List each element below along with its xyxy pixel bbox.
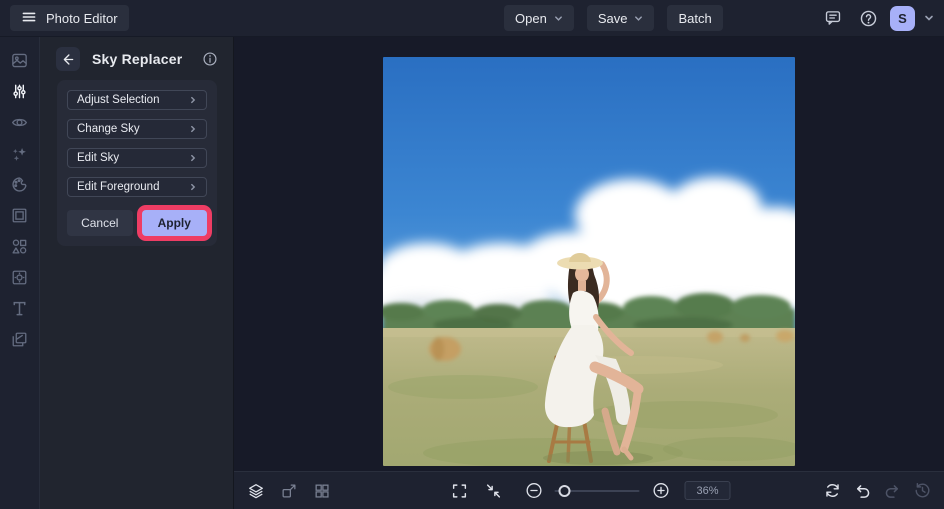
artsy-palette-icon[interactable] xyxy=(6,170,34,198)
cancel-button[interactable]: Cancel xyxy=(67,210,133,236)
file-actions: Open Save Batch xyxy=(504,5,723,31)
chevron-right-icon xyxy=(189,96,197,104)
fullscreen-icon[interactable] xyxy=(448,479,472,503)
account-avatar[interactable]: S xyxy=(890,5,915,31)
panel-title: Sky Replacer xyxy=(92,51,183,67)
canvas-area xyxy=(234,37,944,471)
change-sky-item[interactable]: Change Sky xyxy=(67,119,207,139)
edit-foreground-item[interactable]: Edit Foreground xyxy=(67,177,207,197)
layers-icon[interactable] xyxy=(244,479,268,503)
app-title: Photo Editor xyxy=(46,10,118,26)
resize-canvas-icon[interactable] xyxy=(277,479,301,503)
zoom-in-icon[interactable] xyxy=(649,479,673,503)
touchup-eye-icon[interactable] xyxy=(6,108,34,136)
info-icon[interactable] xyxy=(201,50,219,68)
zoom-slider[interactable] xyxy=(554,484,640,497)
photo-preview xyxy=(383,57,795,466)
zoom-out-icon[interactable] xyxy=(522,479,546,503)
help-icon[interactable] xyxy=(855,5,881,31)
redo-icon[interactable] xyxy=(880,479,904,503)
hamburger-icon xyxy=(21,9,37,28)
text-icon[interactable] xyxy=(6,294,34,322)
history-icon[interactable] xyxy=(910,479,934,503)
open-button[interactable]: Open xyxy=(504,5,574,31)
back-button[interactable] xyxy=(56,47,80,71)
overlays-icon[interactable] xyxy=(6,263,34,291)
tool-rail xyxy=(0,37,40,509)
frames-icon[interactable] xyxy=(6,201,34,229)
bottom-toolbar: 36% xyxy=(234,471,944,509)
sky-replacer-card: Adjust Selection Change Sky Edit Sky Edi… xyxy=(57,80,217,246)
save-button[interactable]: Save xyxy=(586,5,655,31)
photo-editor-app: Photo Editor Open Save Batch S Sky Repla… xyxy=(0,0,944,509)
fit-screen-icon[interactable] xyxy=(482,479,506,503)
zoom-slider-handle[interactable] xyxy=(558,484,571,497)
account-chevron-down-icon[interactable] xyxy=(924,13,934,23)
edit-sky-item[interactable]: Edit Sky xyxy=(67,148,207,168)
zoom-percent-field[interactable]: 36% xyxy=(684,481,731,500)
image-manager-icon[interactable] xyxy=(6,46,34,74)
top-bar: Photo Editor Open Save Batch S xyxy=(0,0,944,37)
workspace: 36% xyxy=(234,37,944,509)
grid-icon[interactable] xyxy=(310,479,334,503)
graphics-shapes-icon[interactable] xyxy=(6,232,34,260)
chevron-right-icon xyxy=(189,183,197,191)
feedback-icon[interactable] xyxy=(820,5,846,31)
batch-button[interactable]: Batch xyxy=(667,5,723,31)
apply-button[interactable]: Apply xyxy=(141,210,207,236)
textures-icon[interactable] xyxy=(6,325,34,353)
main-menu-button[interactable]: Photo Editor xyxy=(10,5,129,31)
effects-sparkles-icon[interactable] xyxy=(6,139,34,167)
chevron-down-icon xyxy=(634,14,643,23)
reset-icon[interactable] xyxy=(820,479,844,503)
topbar-right: S xyxy=(820,5,934,31)
chevron-down-icon xyxy=(554,14,563,23)
adjust-sliders-icon[interactable] xyxy=(6,77,34,105)
sky-replacer-panel: Sky Replacer Adjust Selection Change Sky xyxy=(40,37,234,509)
adjust-selection-item[interactable]: Adjust Selection xyxy=(67,90,207,110)
chevron-right-icon xyxy=(189,154,197,162)
chevron-right-icon xyxy=(189,125,197,133)
undo-icon[interactable] xyxy=(850,479,874,503)
